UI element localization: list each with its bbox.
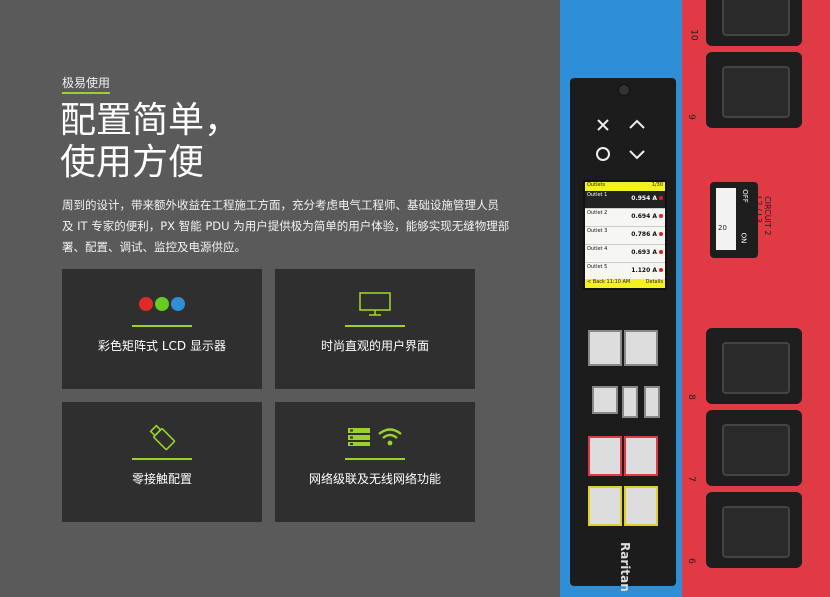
lcd-display: Outlets 1/30 Outlet 1 0.954 A Outlet 2 0.69… (583, 180, 667, 290)
eyebrow-underline (62, 92, 110, 94)
ethernet-port-1 (588, 330, 622, 366)
feature-card-zero-touch: 零接触配置 (62, 402, 262, 522)
rgb-dots-icon (62, 287, 262, 321)
usb-a-port (622, 386, 638, 418)
lcd-header: Outlets 1/30 (585, 182, 665, 191)
expansion-port (624, 486, 658, 526)
usb-stick-icon (62, 420, 262, 454)
lcd-row: Outlet 3 0.786 A (585, 227, 665, 245)
circuit-label: CIRCUIT 2 L2 / L3 (754, 196, 772, 236)
circuit-breaker: OFF ON 20 (710, 182, 758, 258)
feature-card-network: 网络级联及无线网络功能 (275, 402, 475, 522)
feature-label: 网络级联及无线网络功能 (308, 472, 441, 486)
section-title: 配置简单， 使用方便 (60, 100, 240, 184)
lcd-row: Outlet 4 0.693 A (585, 245, 665, 263)
lcd-row: Outlet 1 0.954 A (585, 191, 665, 209)
card-underline (345, 458, 405, 460)
feature-label: 彩色矩阵式 LCD 显示器 (98, 339, 226, 353)
controller-panel: Outlets 1/30 Outlet 1 0.954 A Outlet 2 0.69… (570, 78, 676, 592)
ethernet-port-2 (624, 330, 658, 366)
outlet-number: 10 (688, 29, 699, 41)
sensor-port (588, 486, 622, 526)
outlet-7 (706, 410, 802, 486)
section-description: 周到的设计，带来额外收益在工程施工方面，充分考虑电气工程师、基础设施管理人员及 … (62, 198, 510, 254)
outlet-number: 8 (685, 394, 696, 400)
control-buttons (596, 119, 645, 161)
lcd-footer: < Back 11:10 AM Details (585, 279, 665, 288)
screw (618, 84, 630, 96)
monitor-icon (275, 287, 475, 321)
outlet-10 (706, 0, 802, 46)
card-underline (345, 325, 405, 327)
feature-label: 时尚直观的用户界面 (320, 339, 429, 353)
usb-b-port (592, 386, 618, 414)
card-underline (132, 325, 192, 327)
usb-a-port (644, 386, 660, 418)
brand-logo: Raritan (618, 542, 632, 592)
feature-card-lcd: 彩色矩阵式 LCD 显示器 (62, 269, 262, 389)
outlet-number: 7 (685, 476, 696, 482)
outlet-8 (706, 328, 802, 404)
feature-card-ui: 时尚直观的用户界面 (275, 269, 475, 389)
outlet-6 (706, 492, 802, 568)
title-line-1: 配置简单， (60, 100, 241, 141)
outlet-9 (706, 52, 802, 128)
outlet-number: 6 (685, 558, 696, 564)
pdu-device-image: Outlets 1/30 Outlet 1 0.954 A Outlet 2 0.69… (560, 0, 830, 597)
console-port (588, 436, 622, 476)
lcd-row: Outlet 2 0.694 A (585, 209, 665, 227)
feature-label: 零接触配置 (131, 472, 192, 486)
outlet-number: 9 (685, 114, 696, 120)
section-eyebrow: 极易使用 (62, 76, 111, 90)
feature-port (624, 436, 658, 476)
title-line-2: 使用方便 (60, 142, 205, 183)
feature-section: 极易使用 配置简单， 使用方便 周到的设计，带来额外收益在工程施工方面，充分考虑… (0, 0, 560, 597)
card-underline (132, 458, 192, 460)
network-wifi-icon (275, 420, 475, 454)
